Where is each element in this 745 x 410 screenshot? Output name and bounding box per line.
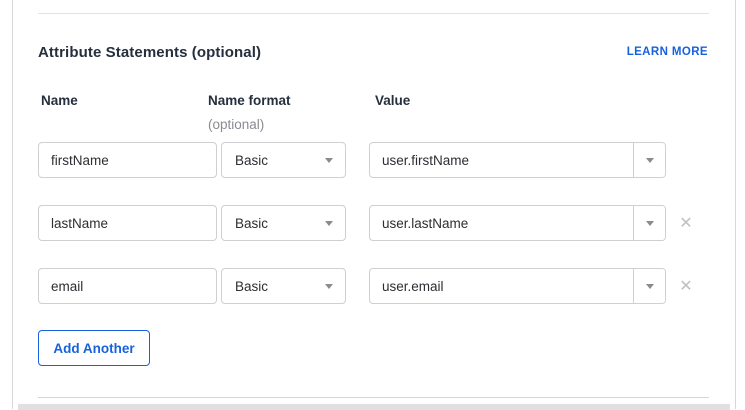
name-format-selected-value: Basic [235, 279, 325, 294]
name-format-selected-value: Basic [235, 153, 325, 168]
chevron-down-icon [325, 221, 333, 226]
column-header-format-note: (optional) [208, 117, 264, 132]
bottom-divider [38, 397, 709, 398]
chevron-down-icon [646, 284, 654, 289]
add-another-button[interactable]: Add Another [38, 330, 150, 366]
column-header-value: Value [375, 93, 410, 108]
remove-row-button[interactable]: ✕ [675, 276, 697, 298]
chevron-down-icon [325, 284, 333, 289]
name-format-selected-value: Basic [235, 216, 325, 231]
name-format-select[interactable]: Basic [221, 142, 346, 178]
name-format-select[interactable]: Basic [221, 205, 346, 241]
attribute-name-input[interactable] [38, 268, 217, 304]
attribute-value-input[interactable] [370, 143, 633, 177]
value-dropdown-toggle[interactable] [633, 269, 665, 303]
attribute-name-input[interactable] [38, 205, 217, 241]
attribute-name-input[interactable] [38, 142, 217, 178]
remove-row-button[interactable]: ✕ [675, 213, 697, 235]
attribute-value-combobox [369, 268, 666, 304]
value-dropdown-toggle[interactable] [633, 206, 665, 240]
attribute-value-input[interactable] [370, 206, 633, 240]
section-title: Attribute Statements (optional) [38, 44, 261, 61]
attribute-value-input[interactable] [370, 269, 633, 303]
attribute-row: Basic ✕ [13, 205, 735, 241]
top-divider [38, 13, 709, 14]
next-section-header-edge [18, 404, 730, 410]
attribute-value-combobox [369, 142, 666, 178]
value-dropdown-toggle[interactable] [633, 143, 665, 177]
column-header-name-format: Name format [208, 93, 291, 108]
column-header-name: Name [41, 93, 78, 108]
remove-icon: ✕ [679, 215, 692, 232]
chevron-down-icon [325, 158, 333, 163]
remove-icon: ✕ [679, 278, 692, 295]
learn-more-link[interactable]: LEARN MORE [627, 46, 708, 58]
attribute-row: Basic [13, 142, 735, 178]
name-format-select[interactable]: Basic [221, 268, 346, 304]
chevron-down-icon [646, 221, 654, 226]
attribute-value-combobox [369, 205, 666, 241]
chevron-down-icon [646, 158, 654, 163]
attribute-row: Basic ✕ [13, 268, 735, 304]
form-panel: Attribute Statements (optional) LEARN MO… [12, 0, 736, 409]
